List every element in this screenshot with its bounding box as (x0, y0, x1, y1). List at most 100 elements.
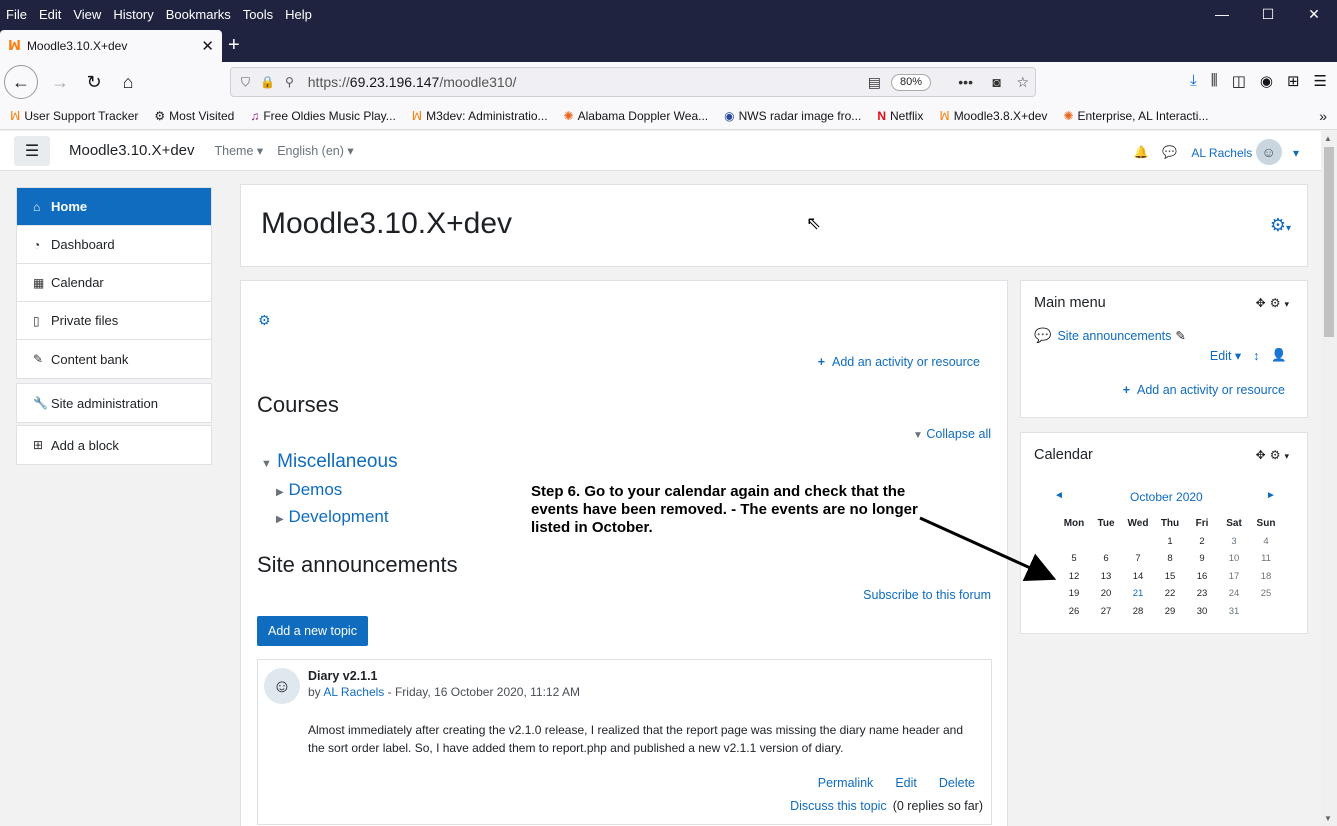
calendar-day[interactable]: 15 (1154, 568, 1186, 586)
calendar-day[interactable]: 21 (1122, 585, 1154, 603)
calendar-day[interactable]: 24 (1218, 585, 1250, 603)
new-tab-icon[interactable]: + (228, 34, 240, 57)
bookmark-item[interactable]: N Netflix (877, 109, 923, 123)
calendar-day[interactable]: 11 (1250, 550, 1282, 568)
more-actions-icon[interactable]: ••• (958, 74, 973, 90)
calendar-month[interactable]: October 2020 (1130, 490, 1203, 504)
message-icon[interactable]: 💬 (1162, 145, 1177, 159)
calendar-day[interactable]: 16 (1186, 568, 1218, 586)
permalink-link[interactable]: Permalink (818, 776, 874, 790)
calendar-day[interactable]: 8 (1154, 550, 1186, 568)
calendar-day[interactable]: 30 (1186, 603, 1218, 621)
calendar-day[interactable]: 7 (1122, 550, 1154, 568)
url-text[interactable]: https://69.23.196.147/moodle310/ (308, 74, 517, 90)
minimize-icon[interactable]: — (1199, 0, 1245, 28)
scroll-up-icon[interactable]: ▲ (1324, 134, 1332, 143)
nav-item-home[interactable]: ⌂ Home (17, 188, 211, 226)
nav-item-content-bank[interactable]: ✎ Content bank (17, 340, 211, 378)
menu-view[interactable]: View (67, 7, 107, 22)
zoom-indicator[interactable]: 80% (890, 74, 931, 91)
nav-item-site-administration[interactable]: 🔧 Site administration (17, 384, 211, 422)
permissions-icon[interactable]: ⚲ (285, 75, 294, 89)
menu-tools[interactable]: Tools (237, 7, 279, 22)
bookmark-item[interactable]: ꟽ M3dev: Administratio... (412, 109, 548, 123)
author-link[interactable]: AL Rachels (323, 685, 384, 699)
collapse-all-link[interactable]: ▼ Collapse all (913, 427, 991, 441)
pocket-icon[interactable]: ◙ (993, 74, 1001, 90)
bookmark-star-icon[interactable]: ☆ (1016, 74, 1029, 91)
bookmark-item[interactable]: ♫ Free Oldies Music Play... (250, 109, 395, 123)
shield-icon[interactable]: ⛉ (241, 75, 250, 90)
discuss-link[interactable]: Discuss this topic (790, 799, 887, 813)
user-menu[interactable]: AL Rachels ☺ ▾ (1191, 139, 1299, 165)
menu-history[interactable]: History (107, 7, 159, 22)
sidebar-icon[interactable]: ◫ (1232, 72, 1246, 90)
account-icon[interactable]: ◉ (1260, 72, 1273, 90)
gear-icon[interactable]: ⚙ (1270, 296, 1285, 310)
caret-down-icon[interactable]: ▾ (1284, 299, 1293, 309)
nav-item-calendar[interactable]: ▦ Calendar (17, 264, 211, 302)
calendar-day[interactable]: 27 (1090, 603, 1122, 621)
back-icon[interactable]: ← (4, 65, 38, 99)
edit-link[interactable]: Edit (895, 776, 917, 790)
edit-menu[interactable]: Edit ▾ (1210, 348, 1241, 363)
caret-down-icon[interactable]: ▾ (1284, 451, 1293, 461)
calendar-day[interactable]: 10 (1218, 550, 1250, 568)
bookmark-item[interactable]: ꟽ User Support Tracker (10, 109, 138, 123)
gear-icon[interactable]: ⚙ (258, 312, 271, 329)
add-activity-link[interactable]: + Add an activity or resource (818, 355, 980, 369)
calendar-day[interactable]: 17 (1218, 568, 1250, 586)
main-menu-item[interactable]: 💬 Site announcements ✎ (1034, 327, 1186, 344)
calendar-day[interactable]: 13 (1090, 568, 1122, 586)
scrollbar-thumb[interactable] (1324, 147, 1334, 337)
reader-view-icon[interactable]: ▤ (868, 74, 881, 91)
hamburger-icon[interactable]: ☰ (14, 135, 50, 166)
calendar-day[interactable]: 18 (1250, 568, 1282, 586)
calendar-day[interactable]: 31 (1218, 603, 1250, 621)
move-icon[interactable]: ✥ (1256, 448, 1270, 462)
calendar-day[interactable]: 4 (1250, 533, 1282, 551)
gear-icon[interactable]: ⚙ (1270, 448, 1285, 462)
move-vertical-icon[interactable]: ↕ (1253, 349, 1259, 363)
menu-file[interactable]: File (0, 7, 33, 22)
category-miscellaneous[interactable]: ▼ Miscellaneous (261, 451, 398, 473)
calendar-day[interactable]: 6 (1090, 550, 1122, 568)
pencil-icon[interactable]: ✎ (1175, 328, 1185, 343)
bookmark-item[interactable]: ꟽ Moodle3.8.X+dev (939, 109, 1047, 123)
reload-icon[interactable]: ↻ (78, 66, 110, 98)
next-month-icon[interactable]: ► (1266, 490, 1276, 501)
subcategory-demos[interactable]: ▶ Demos (276, 480, 342, 500)
bell-icon[interactable]: 🔔 (1133, 145, 1148, 159)
menu-help[interactable]: Help (279, 7, 318, 22)
calendar-day[interactable]: 26 (1058, 603, 1090, 621)
app-menu-icon[interactable]: ☰ (1314, 72, 1327, 90)
avatar[interactable]: ☺ (264, 668, 300, 704)
calendar-day[interactable]: 28 (1122, 603, 1154, 621)
bookmark-item[interactable]: ⚙ Most Visited (154, 109, 234, 123)
language-menu[interactable]: English (en) ▾ (277, 143, 353, 158)
close-tab-icon[interactable]: ✕ (201, 37, 214, 55)
nav-item-add-block[interactable]: ⊞ Add a block (17, 426, 211, 464)
page-scrollbar[interactable]: ▲ ▼ (1321, 131, 1337, 826)
add-activity-link[interactable]: + Add an activity or resource (1123, 383, 1285, 397)
move-icon[interactable]: ✥ (1256, 296, 1270, 310)
calendar-day[interactable]: 20 (1090, 585, 1122, 603)
calendar-day[interactable]: 2 (1186, 533, 1218, 551)
forward-icon[interactable]: → (44, 66, 76, 98)
theme-menu[interactable]: Theme ▾ (215, 143, 264, 158)
menu-bookmarks[interactable]: Bookmarks (160, 7, 237, 22)
nav-item-dashboard[interactable]: ◔ Dashboard (17, 226, 211, 264)
lock-warning-icon[interactable]: 🔒 (260, 75, 275, 89)
add-topic-button[interactable]: Add a new topic (257, 616, 368, 646)
browser-tab[interactable]: ꟽ Moodle3.10.X+dev ✕ (0, 30, 222, 62)
bookmark-item[interactable]: ✺ Alabama Doppler Wea... (564, 109, 709, 123)
calendar-day[interactable]: 14 (1122, 568, 1154, 586)
calendar-day[interactable]: 22 (1154, 585, 1186, 603)
calendar-day[interactable]: 1 (1154, 533, 1186, 551)
maximize-icon[interactable]: ☐ (1245, 0, 1291, 28)
calendar-day[interactable]: 3 (1218, 533, 1250, 551)
downloads-icon[interactable]: ⤓ (1190, 72, 1197, 90)
delete-link[interactable]: Delete (939, 776, 975, 790)
subcategory-development[interactable]: ▶ Development (276, 507, 389, 527)
calendar-day[interactable]: 25 (1250, 585, 1282, 603)
